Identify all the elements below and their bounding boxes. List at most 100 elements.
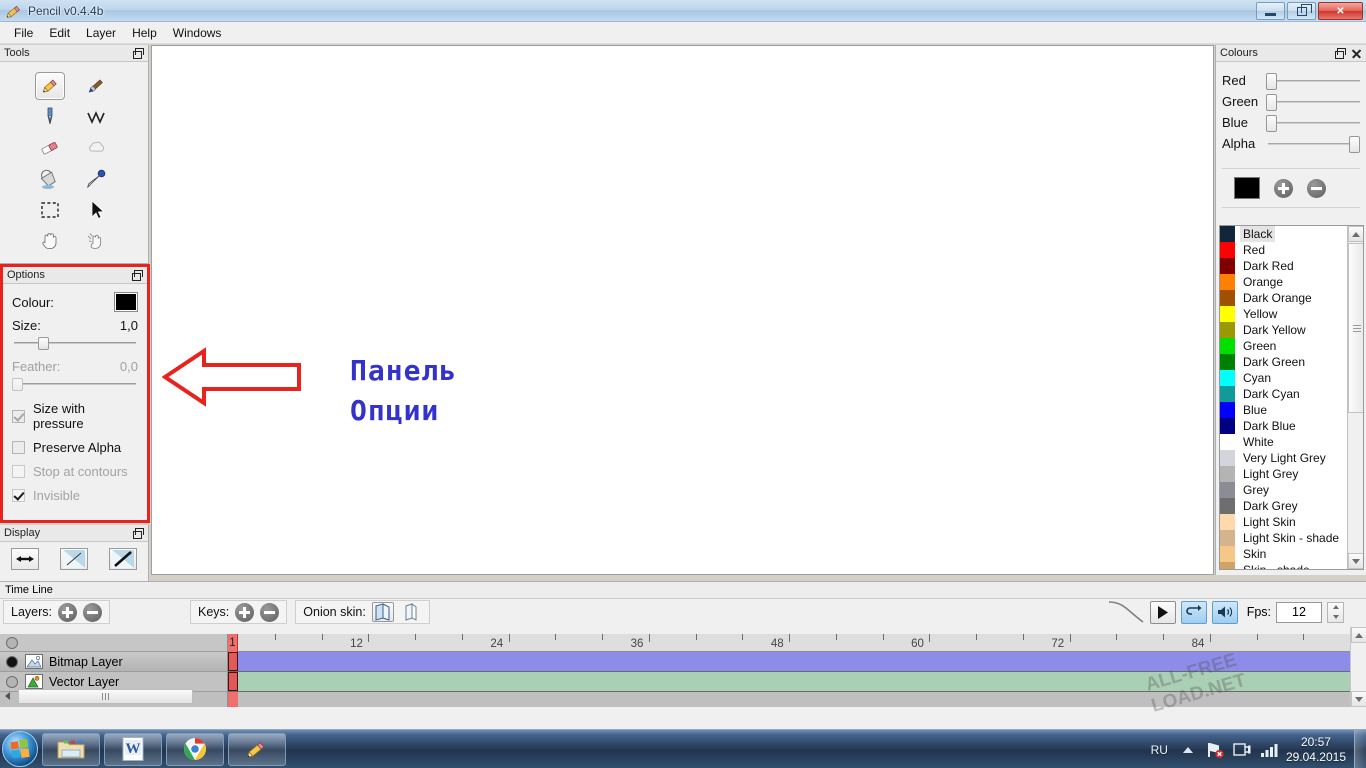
- pencil-tool[interactable]: [35, 71, 65, 100]
- green-slider[interactable]: [1266, 93, 1360, 111]
- scroll-thumb[interactable]: [1348, 243, 1363, 413]
- clear-tool[interactable]: [81, 227, 111, 255]
- taskbar-pencil-button[interactable]: [228, 732, 286, 766]
- close-icon[interactable]: [1351, 48, 1362, 59]
- blue-slider[interactable]: [1266, 114, 1360, 132]
- scroll-down-button[interactable]: [1351, 691, 1366, 707]
- colour-list-item[interactable]: Dark Green: [1220, 354, 1347, 370]
- close-button[interactable]: ✕: [1318, 2, 1363, 20]
- play-button[interactable]: [1149, 600, 1176, 624]
- show-desktop-button[interactable]: [1354, 730, 1366, 768]
- fps-stepper[interactable]: [1327, 601, 1344, 623]
- colour-list-item[interactable]: Red: [1220, 242, 1347, 258]
- colour-list-item[interactable]: Orange: [1220, 274, 1347, 290]
- scroll-up-button[interactable]: [1348, 226, 1363, 242]
- add-key-button[interactable]: [235, 602, 255, 622]
- sound-button[interactable]: [1211, 600, 1238, 624]
- menu-layer[interactable]: Layer: [78, 24, 124, 42]
- colour-palette-list[interactable]: Black Red Dark Red Orange Dark Orange Yellow D…: [1219, 225, 1364, 570]
- taskbar-word-button[interactable]: W: [104, 732, 162, 766]
- colour-list-item[interactable]: Skin - shade: [1220, 562, 1347, 569]
- onion-skin-previous-button[interactable]: [371, 602, 394, 622]
- timeline-tracks[interactable]: 1 12 24 36 48 60 72 84: [228, 634, 1350, 707]
- float-icon[interactable]: [132, 269, 143, 281]
- colour-list-item[interactable]: Light Skin - shade: [1220, 530, 1347, 546]
- smudge-tool[interactable]: [81, 134, 111, 162]
- colour-list-item[interactable]: Dark Grey: [1220, 498, 1347, 514]
- eyedropper-tool[interactable]: [81, 165, 111, 193]
- colour-list-item[interactable]: Cyan: [1220, 370, 1347, 386]
- red-slider[interactable]: [1266, 72, 1360, 90]
- add-layer-button[interactable]: [58, 602, 77, 622]
- track-bitmap-layer[interactable]: [228, 652, 1350, 672]
- thick-lines-button[interactable]: [109, 548, 138, 570]
- colour-list-item[interactable]: Yellow: [1220, 306, 1347, 322]
- colour-list-item[interactable]: Skin: [1220, 546, 1347, 562]
- colour-list-item[interactable]: Dark Orange: [1220, 290, 1347, 306]
- show-hidden-icons-button[interactable]: [1178, 740, 1198, 760]
- scroll-down-button[interactable]: [1348, 553, 1363, 569]
- hand-tool[interactable]: [35, 227, 65, 255]
- menu-windows[interactable]: Windows: [165, 24, 230, 42]
- colour-list-item[interactable]: Black: [1220, 226, 1347, 242]
- colour-list-items[interactable]: Black Red Dark Red Orange Dark Orange Yellow D…: [1220, 226, 1347, 569]
- colour-list-item[interactable]: Grey: [1220, 482, 1347, 498]
- drawing-canvas[interactable]: Панель Опции: [151, 45, 1214, 575]
- maximize-button[interactable]: [1287, 2, 1316, 20]
- plug-icon[interactable]: [1232, 740, 1252, 760]
- colour-list-item[interactable]: Dark Yellow: [1220, 322, 1347, 338]
- size-slider[interactable]: [12, 335, 138, 351]
- colour-list-item[interactable]: Dark Blue: [1220, 418, 1347, 434]
- track-vector-layer[interactable]: [228, 672, 1350, 692]
- minimize-button[interactable]: [1256, 2, 1285, 20]
- colour-list-item[interactable]: Blue: [1220, 402, 1347, 418]
- onion-skin-next-button[interactable]: [400, 602, 422, 622]
- alpha-slider[interactable]: [1268, 135, 1360, 153]
- colour-list-item[interactable]: White: [1220, 434, 1347, 450]
- start-button[interactable]: [2, 731, 38, 767]
- colour-list-scrollbar[interactable]: [1347, 226, 1363, 569]
- pen-tool[interactable]: [35, 103, 65, 131]
- scroll-up-button[interactable]: [1351, 627, 1366, 643]
- mirror-horizontal-button[interactable]: [10, 548, 39, 570]
- all-visibility-toggle[interactable]: [6, 636, 18, 649]
- colour-list-item[interactable]: Light Skin: [1220, 514, 1347, 530]
- network-error-icon[interactable]: [1205, 740, 1225, 760]
- preserve-alpha-checkbox[interactable]: [12, 441, 25, 454]
- select-tool[interactable]: [35, 196, 65, 224]
- bucket-tool[interactable]: [35, 165, 65, 193]
- taskbar-explorer-button[interactable]: [42, 732, 100, 766]
- timeline-horizontal-scrollbar[interactable]: [0, 688, 226, 704]
- layer-visibility-toggle[interactable]: [6, 655, 18, 668]
- size-with-pressure-checkbox[interactable]: [12, 409, 25, 423]
- remove-key-button[interactable]: [260, 602, 280, 622]
- timeline-vertical-scrollbar[interactable]: [1350, 627, 1366, 707]
- move-tool[interactable]: [81, 196, 111, 224]
- colour-swatch-button[interactable]: [114, 292, 138, 312]
- keyframe[interactable]: [228, 652, 238, 671]
- loop-button[interactable]: [1180, 600, 1207, 624]
- layer-row-bitmap[interactable]: Bitmap Layer: [0, 652, 227, 672]
- colour-list-item[interactable]: Dark Red: [1220, 258, 1347, 274]
- size-with-pressure-row[interactable]: Size with pressure: [12, 401, 138, 431]
- colour-list-item[interactable]: Dark Cyan: [1220, 386, 1347, 402]
- current-colour-swatch[interactable]: [1234, 177, 1260, 199]
- layer-visibility-toggle[interactable]: [6, 675, 18, 688]
- float-icon[interactable]: [133, 527, 144, 539]
- preserve-alpha-row[interactable]: Preserve Alpha: [12, 440, 138, 455]
- frame-ruler[interactable]: 1 12 24 36 48 60 72 84: [228, 634, 1350, 652]
- signal-icon[interactable]: [1259, 740, 1279, 760]
- add-colour-button[interactable]: [1274, 178, 1293, 198]
- polyline-tool[interactable]: [81, 103, 111, 131]
- remove-layer-button[interactable]: [83, 602, 102, 622]
- scroll-left-button[interactable]: [0, 689, 15, 704]
- menu-help[interactable]: Help: [124, 24, 165, 42]
- taskbar-chrome-button[interactable]: [166, 732, 224, 766]
- brush-tool[interactable]: [81, 72, 111, 100]
- colour-list-item[interactable]: Light Grey: [1220, 466, 1347, 482]
- language-indicator[interactable]: RU: [1151, 743, 1168, 757]
- menu-file[interactable]: File: [6, 24, 41, 42]
- float-icon[interactable]: [1335, 47, 1346, 59]
- hscroll-thumb[interactable]: [18, 688, 193, 704]
- float-icon[interactable]: [133, 47, 144, 59]
